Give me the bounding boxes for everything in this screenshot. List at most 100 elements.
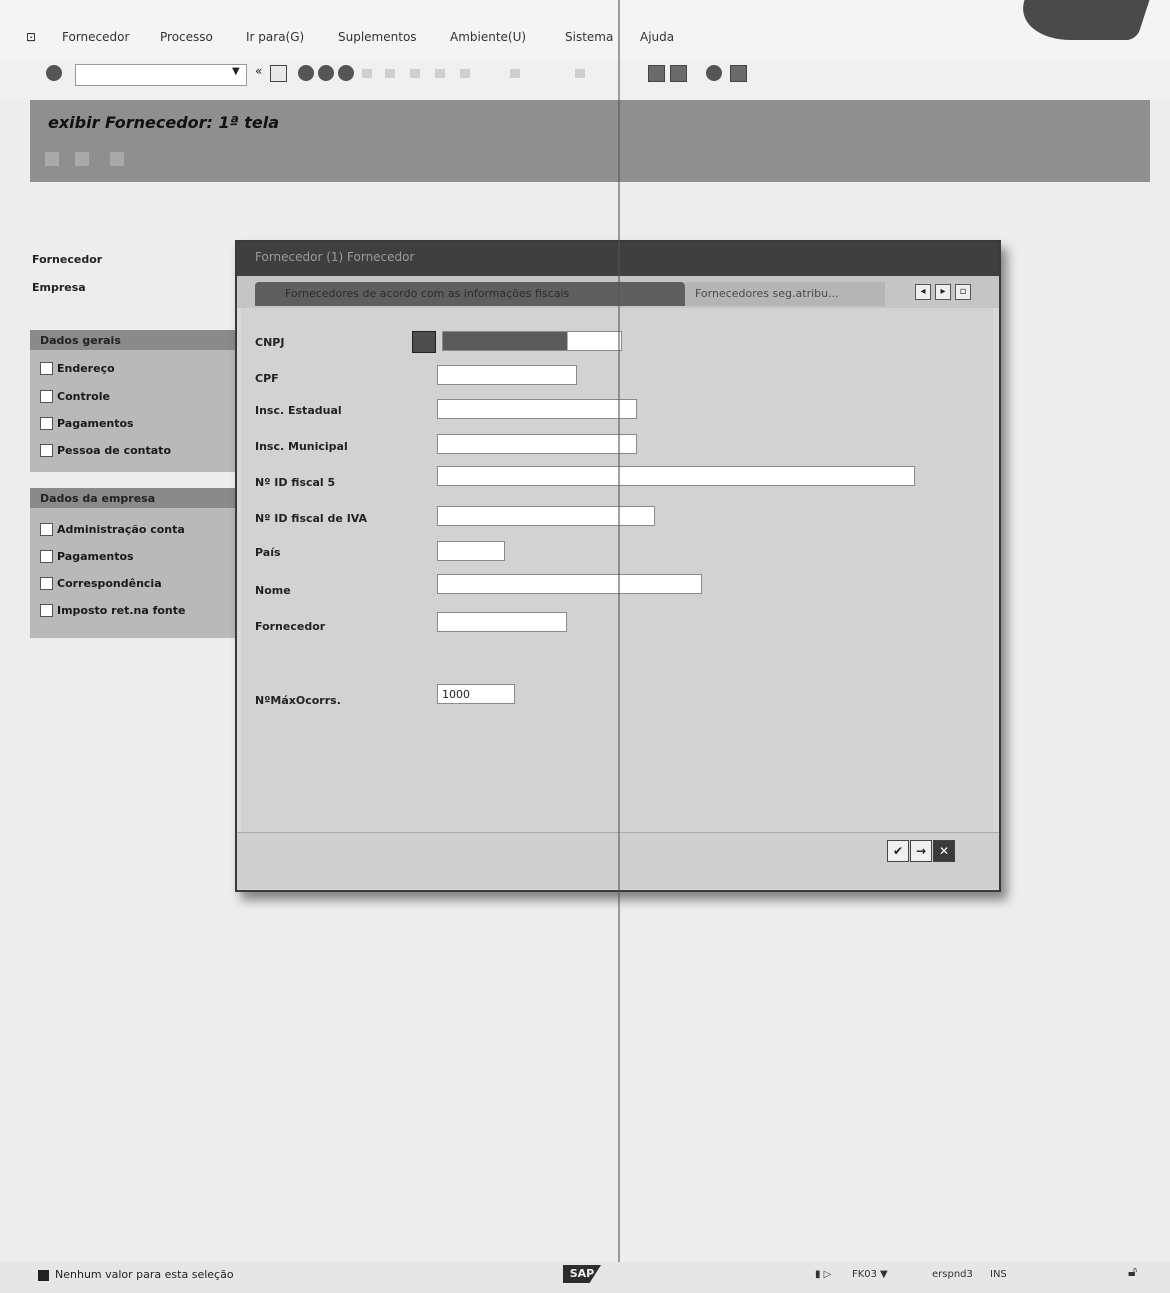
find-icon bbox=[385, 69, 395, 78]
status-icons[interactable]: ▮ ▷ bbox=[815, 1269, 831, 1280]
error-status-icon bbox=[38, 1270, 49, 1281]
menu-processo[interactable]: Processo bbox=[160, 30, 213, 44]
checkbox-label: Correspondência bbox=[57, 576, 162, 590]
tab-scroll-left-icon[interactable]: ◂ bbox=[915, 284, 931, 300]
checkbox-box[interactable] bbox=[40, 416, 53, 430]
layout-icon[interactable] bbox=[730, 65, 747, 82]
cancel-icon[interactable] bbox=[338, 65, 354, 81]
empresa-label: Empresa bbox=[32, 281, 86, 294]
checkbox-pagamentos-empresa[interactable]: Pagamentos bbox=[40, 546, 134, 566]
id-fiscal-5-label: Nº ID fiscal 5 bbox=[255, 476, 336, 489]
status-dropdown-icon[interactable]: ▼ bbox=[880, 1269, 888, 1280]
lock-icon[interactable]: 🔓︎ bbox=[1128, 1264, 1137, 1280]
display-change-icon[interactable] bbox=[45, 152, 59, 166]
checkbox-box[interactable] bbox=[40, 389, 53, 403]
checkbox-pagamentos-geral[interactable]: Pagamentos bbox=[40, 413, 134, 433]
tab-label: Fornecedores seg.atribu... bbox=[695, 287, 839, 300]
transaction-code[interactable]: FK03 bbox=[852, 1269, 877, 1280]
continue-check-icon[interactable]: ✔ bbox=[887, 840, 909, 862]
checkbox-label: Pessoa de contato bbox=[57, 443, 171, 457]
server-name: erspnd3 bbox=[932, 1269, 973, 1280]
checkbox-label: Imposto ret.na fonte bbox=[57, 603, 186, 617]
menu-ajuda[interactable]: Ajuda bbox=[640, 30, 674, 44]
command-dropdown-icon[interactable]: ▼ bbox=[232, 66, 240, 77]
pais-label: País bbox=[255, 546, 281, 559]
checkbox-box[interactable] bbox=[40, 361, 53, 375]
save-icon[interactable] bbox=[270, 65, 287, 82]
checkbox-box[interactable] bbox=[40, 522, 53, 536]
insc-municipal-input[interactable] bbox=[437, 434, 637, 454]
page-title: exibir Fornecedor: 1ª tela bbox=[48, 113, 280, 132]
checkbox-label: Controle bbox=[57, 389, 110, 403]
prev-page-icon bbox=[460, 69, 470, 78]
command-field[interactable] bbox=[75, 64, 247, 86]
info-icon[interactable] bbox=[110, 152, 124, 166]
scan-line bbox=[618, 0, 620, 1293]
checkbox-box[interactable] bbox=[40, 549, 53, 563]
checkbox-label: Pagamentos bbox=[57, 549, 134, 563]
fornecedor-field-label: Fornecedor bbox=[255, 620, 326, 633]
checkbox-box[interactable] bbox=[40, 603, 53, 617]
id-fiscal-5-input[interactable] bbox=[437, 466, 915, 486]
insc-estadual-input[interactable] bbox=[437, 399, 637, 419]
checkbox-label: Pagamentos bbox=[57, 416, 134, 430]
menu-fornecedor[interactable]: Fornecedor bbox=[62, 30, 129, 44]
tab-atribuicao[interactable]: Fornecedores seg.atribu... bbox=[685, 282, 885, 306]
menu-ir-para[interactable]: Ir para(G) bbox=[246, 30, 304, 44]
next-page-icon bbox=[510, 69, 520, 78]
tab-scroll-right-icon[interactable]: ▸ bbox=[935, 284, 951, 300]
cancel-close-icon[interactable]: ✕ bbox=[933, 840, 955, 862]
back-icon[interactable] bbox=[298, 65, 314, 81]
checkbox-imposto-ret[interactable]: Imposto ret.na fonte bbox=[40, 600, 185, 620]
last-page-icon bbox=[575, 69, 585, 78]
menu-sistema[interactable]: Sistema bbox=[565, 30, 613, 44]
cpf-input[interactable] bbox=[437, 365, 577, 385]
shortcut-icon[interactable] bbox=[670, 65, 687, 82]
collapse-icon[interactable]: « bbox=[255, 64, 262, 78]
insc-municipal-label: Insc. Municipal bbox=[255, 440, 348, 453]
tab-list-icon[interactable]: ▫ bbox=[955, 284, 971, 300]
checkbox-endereco[interactable]: Endereço bbox=[40, 358, 115, 378]
menu-ambiente[interactable]: Ambiente(U) bbox=[450, 30, 526, 44]
checkbox-correspondencia[interactable]: Correspondência bbox=[40, 573, 162, 593]
checkbox-label: Administração conta bbox=[57, 522, 185, 536]
restrictions-icon[interactable]: → bbox=[910, 840, 932, 862]
other-vendor-icon[interactable] bbox=[75, 152, 89, 166]
find-next-icon bbox=[410, 69, 420, 78]
max-ocorrs-input[interactable]: 1000 bbox=[437, 684, 515, 704]
insc-estadual-label: Insc. Estadual bbox=[255, 404, 342, 417]
help-icon[interactable] bbox=[706, 65, 722, 81]
multiple-selection-icon[interactable] bbox=[412, 331, 436, 353]
nome-label: Nome bbox=[255, 584, 291, 597]
dados-gerais-title: Dados gerais bbox=[40, 334, 121, 347]
fornecedor-input[interactable] bbox=[437, 612, 567, 632]
enter-icon[interactable] bbox=[46, 65, 62, 81]
nome-input[interactable] bbox=[437, 574, 702, 594]
checkbox-box[interactable] bbox=[40, 443, 53, 457]
checkbox-controle[interactable]: Controle bbox=[40, 386, 110, 406]
cpf-label: CPF bbox=[255, 372, 279, 385]
id-fiscal-iva-input[interactable] bbox=[437, 506, 655, 526]
max-ocorrs-label: NºMáxOcorrs. bbox=[255, 694, 341, 707]
checkbox-box[interactable] bbox=[40, 576, 53, 590]
checkbox-label: Endereço bbox=[57, 361, 115, 375]
pais-input[interactable] bbox=[437, 541, 505, 561]
tab-informacoes-fiscais[interactable]: Fornecedores de acordo com as informaçõe… bbox=[255, 282, 685, 306]
create-session-icon[interactable] bbox=[648, 65, 665, 82]
status-message[interactable]: Nenhum valor para esta seleção bbox=[55, 1268, 234, 1281]
fornecedor-label: Fornecedor bbox=[32, 253, 103, 266]
cnpj-label: CNPJ bbox=[255, 336, 285, 349]
dialog-title: Fornecedor (1) Fornecedor bbox=[255, 250, 415, 264]
first-page-icon bbox=[435, 69, 445, 78]
dados-empresa-title: Dados da empresa bbox=[40, 492, 156, 505]
print-icon bbox=[362, 69, 372, 78]
menu-suplementos[interactable]: Suplementos bbox=[338, 30, 417, 44]
id-fiscal-iva-label: Nº ID fiscal de IVA bbox=[255, 512, 368, 525]
exit-icon[interactable] bbox=[318, 65, 334, 81]
checkbox-administracao-conta[interactable]: Administração conta bbox=[40, 519, 185, 539]
menu-icon[interactable]: ⊡ bbox=[26, 30, 36, 44]
dialog-body bbox=[241, 308, 993, 832]
tab-label: Fornecedores de acordo com as informaçõe… bbox=[285, 287, 570, 300]
checkbox-pessoa-contato[interactable]: Pessoa de contato bbox=[40, 440, 171, 460]
cnpj-input[interactable] bbox=[442, 331, 622, 351]
